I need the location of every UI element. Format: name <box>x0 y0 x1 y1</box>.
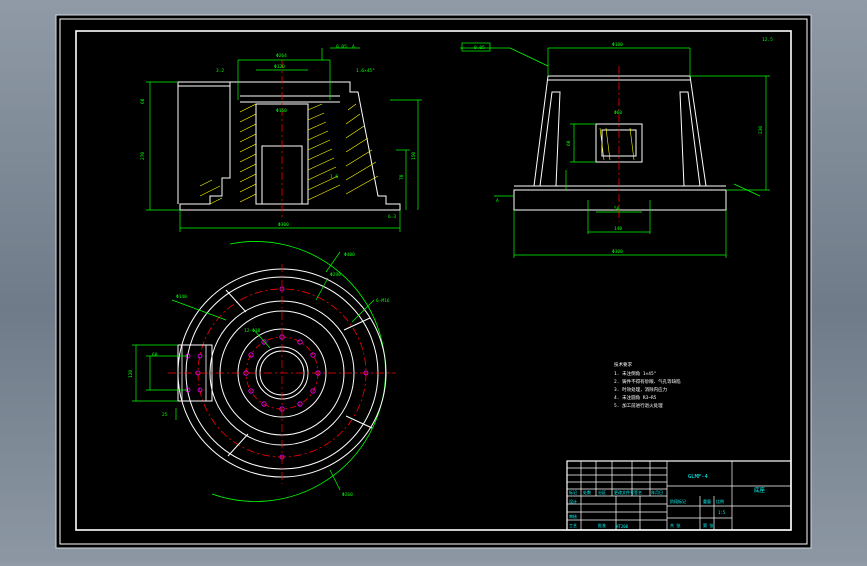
dim-height-total: 270 <box>140 152 146 160</box>
tb-label-15: 第 张 <box>703 522 713 528</box>
drawing-number: GLMF-4 <box>688 474 709 480</box>
plan-label-1: Φ400 <box>344 252 355 258</box>
dim-height-c: 70 <box>399 174 405 180</box>
cad-viewport[interactable]: Φ264 Φ120 Φ160 Φ300 270 60 150 70 1.6×45… <box>0 0 867 562</box>
plan-label-6: Φ260 <box>342 492 353 498</box>
note-4: 4. 未注圆角 R3~R5 <box>614 394 657 401</box>
dim-chamfer: 1.6×45° <box>356 68 375 74</box>
plan-label-3: 6-M16 <box>376 298 390 304</box>
plan-label-2: Φ290 <box>330 272 341 278</box>
part-name: 底座 <box>754 486 766 494</box>
tb-label-3: 分区 <box>598 489 606 495</box>
note-5: 5. 加工前进行退火处理 <box>614 402 663 409</box>
tb-label-13: 比例 <box>716 498 724 504</box>
dim-side-base-inner: 140 <box>614 226 622 232</box>
tb-label-11: 阶段标记 <box>670 498 686 504</box>
dim-base-width: Φ300 <box>278 222 289 228</box>
tb-label-1: 标记 <box>569 489 577 495</box>
roughness-3: 6.3 <box>388 214 396 220</box>
plan-label-4: 12-Φ18 <box>244 328 261 334</box>
dim-side-base: Φ300 <box>612 249 623 255</box>
model-space <box>55 14 812 549</box>
dim-side-height: 230 <box>758 126 764 134</box>
tb-label-6: 年月日 <box>651 489 663 495</box>
side-datum: A <box>496 198 499 204</box>
tb-label-12: 重量 <box>703 498 711 504</box>
tb-label-10: 批准 <box>598 522 606 528</box>
dim-side-slot: Φ60 <box>614 110 622 116</box>
roughness-1: 3.2 <box>216 68 224 74</box>
roughness-2: 1.6 <box>330 174 338 180</box>
dim-height-b: 150 <box>411 152 417 160</box>
plan-label-9: 25 <box>162 412 168 418</box>
side-roughness: 12.5 <box>762 37 773 43</box>
drawing-canvas[interactable]: Φ264 Φ120 Φ160 Φ300 270 60 150 70 1.6×45… <box>0 0 867 562</box>
dim-side-base-h: 50 <box>614 206 620 212</box>
dim-bore: Φ120 <box>274 64 285 70</box>
note-1: 1. 未注倒角 1×45° <box>614 370 657 377</box>
material: HT200 <box>616 524 629 529</box>
plan-label-5: Φ140 <box>176 294 187 300</box>
side-perpendicularity: 0.05 <box>474 45 485 51</box>
tb-label-4: 更改文件号 <box>614 489 634 495</box>
plan-label-7: 60 <box>152 352 158 358</box>
dim-height-a: 60 <box>140 98 146 104</box>
dim-side-slot-h: 60 <box>566 140 572 146</box>
dim-inner-bore: Φ160 <box>276 108 287 114</box>
note-3: 3. 时效处理，消除内应力 <box>614 386 668 393</box>
dim-flatness: 0.05 <box>336 44 347 50</box>
tb-label-9: 工艺 <box>569 523 577 528</box>
dim-datum-label: A <box>352 44 355 50</box>
tb-label-8: 审核 <box>569 513 577 519</box>
note-2: 2. 铸件不得有砂眼、气孔等缺陷 <box>614 378 681 385</box>
plan-label-8: 120 <box>128 370 134 378</box>
dim-top-width: Φ264 <box>276 53 287 59</box>
scale: 1:5 <box>718 510 726 515</box>
dim-side-top: Φ180 <box>612 42 623 48</box>
tb-label-14: 共 张 <box>670 522 680 528</box>
notes-title: 技术要求 <box>614 361 632 368</box>
tb-label-7: 设计 <box>569 498 577 504</box>
tb-label-2: 处数 <box>583 489 591 495</box>
tb-label-5: 签名 <box>634 489 642 495</box>
